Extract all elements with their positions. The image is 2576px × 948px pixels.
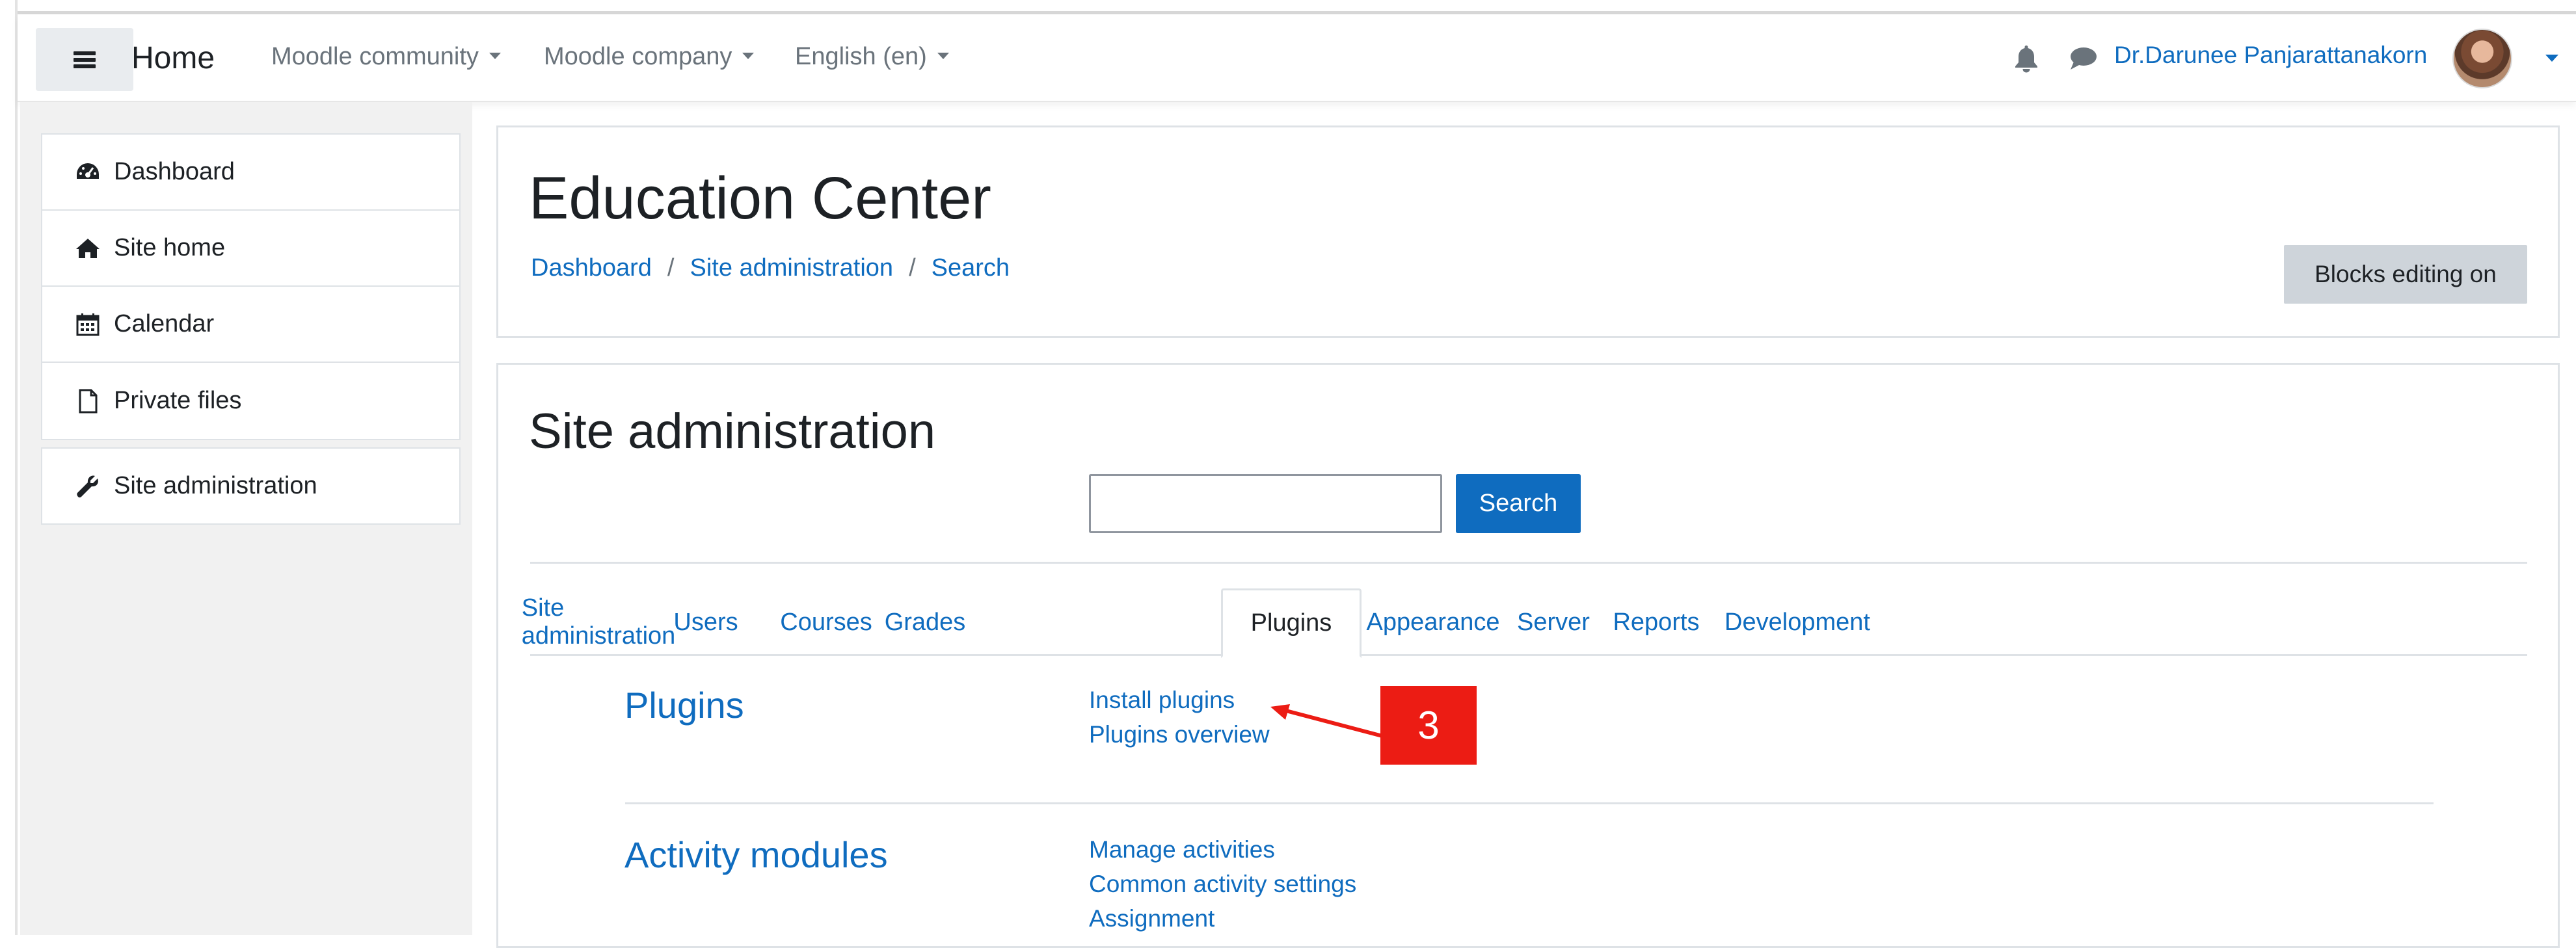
breadcrumb-separator: /	[909, 254, 916, 282]
drawer-item-site-administration[interactable]: Site administration	[42, 449, 459, 523]
drawer-item-label: Calendar	[114, 310, 215, 337]
language-menu[interactable]: English (en)	[795, 43, 949, 71]
drawer-item-calendar[interactable]: Calendar	[42, 287, 459, 363]
tab-site-administration[interactable]: Site administration	[522, 588, 676, 656]
tab-appearance[interactable]: Appearance	[1362, 588, 1505, 656]
tab-grades[interactable]: Grades	[877, 588, 973, 656]
link-common-activity-settings[interactable]: Common activity settings	[1089, 871, 1356, 898]
chevron-down-icon[interactable]	[2545, 55, 2558, 62]
category-title-activity-modules[interactable]: Activity modules	[624, 834, 888, 876]
chat-icon[interactable]	[2069, 46, 2097, 72]
drawer-item-label: Site administration	[114, 472, 317, 499]
breadcrumb-dashboard[interactable]: Dashboard	[531, 254, 652, 282]
drawer-item-dashboard[interactable]: Dashboard	[42, 135, 459, 211]
drawer-admin-list: Site administration	[41, 447, 461, 525]
hamburger-icon	[74, 51, 96, 68]
link-assignment[interactable]: Assignment	[1089, 905, 1214, 932]
link-manage-activities[interactable]: Manage activities	[1089, 836, 1275, 863]
annotation-arrow	[1270, 704, 1383, 738]
tab-reports[interactable]: Reports	[1602, 588, 1710, 656]
breadcrumb-search[interactable]: Search	[932, 254, 1010, 282]
drawer-item-label: Dashboard	[114, 158, 235, 185]
menu-label: English (en)	[795, 43, 927, 70]
search-button[interactable]: Search	[1456, 474, 1581, 533]
file-icon	[79, 389, 98, 413]
browser-frame-left	[0, 0, 18, 935]
home-link[interactable]: Home	[131, 40, 215, 76]
menu-label: Moodle community	[271, 43, 479, 70]
admin-tabs: Site administration Users Courses Grades…	[522, 588, 2527, 658]
link-plugins-overview[interactable]: Plugins overview	[1089, 721, 1270, 748]
dashboard-icon	[77, 163, 99, 179]
bell-icon[interactable]	[2013, 44, 2039, 73]
category-title-plugins[interactable]: Plugins	[624, 684, 744, 726]
avatar[interactable]	[2452, 29, 2512, 88]
admin-search-input[interactable]	[1089, 474, 1442, 533]
tab-users[interactable]: Users	[667, 588, 745, 656]
link-install-plugins[interactable]: Install plugins	[1089, 687, 1235, 714]
divider	[530, 562, 2527, 564]
drawer-item-label: Site home	[114, 234, 226, 261]
drawer-nav-list: Dashboard Site home Calendar Private fil…	[41, 133, 461, 440]
drawer-toggle-button[interactable]	[36, 28, 133, 91]
blocks-editing-button[interactable]: Blocks editing on	[2284, 245, 2527, 304]
tab-courses[interactable]: Courses	[775, 588, 878, 656]
breadcrumb: Dashboard / Site administration / Search	[531, 254, 1010, 282]
chevron-down-icon	[489, 52, 501, 59]
menu-label: Moodle company	[544, 43, 732, 70]
chevron-down-icon	[937, 52, 949, 59]
user-menu-name[interactable]: Dr.Darunee Panjarattanakorn	[2114, 42, 2427, 69]
drawer-item-private-files[interactable]: Private files	[42, 363, 459, 439]
chevron-down-icon	[742, 52, 755, 59]
browser-frame-top	[0, 0, 2576, 14]
moodle-company-menu[interactable]: Moodle company	[544, 43, 755, 71]
section-title: Site administration	[529, 404, 936, 459]
calendar-icon	[76, 313, 100, 336]
tab-development[interactable]: Development	[1710, 588, 1885, 656]
home-icon	[76, 238, 100, 258]
drawer-item-label: Private files	[114, 387, 242, 414]
drawer-item-site-home[interactable]: Site home	[42, 211, 459, 287]
tab-server[interactable]: Server	[1505, 588, 1602, 656]
page-title: Education Center	[529, 165, 991, 231]
tab-plugins[interactable]: Plugins	[1221, 588, 1362, 658]
breadcrumb-separator: /	[667, 254, 675, 282]
step-number-badge: 3	[1380, 686, 1477, 765]
breadcrumb-site-administration[interactable]: Site administration	[690, 254, 893, 282]
moodle-community-menu[interactable]: Moodle community	[271, 43, 501, 71]
wrench-icon	[77, 475, 98, 497]
category-divider	[625, 802, 2434, 804]
